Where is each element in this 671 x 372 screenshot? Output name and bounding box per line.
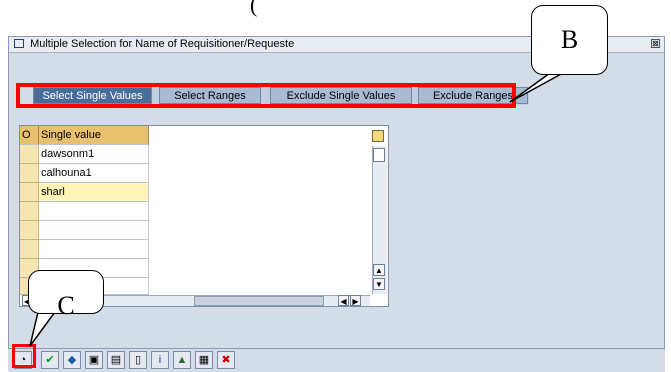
- row-selector[interactable]: [20, 202, 39, 221]
- close-icon[interactable]: ⊠: [651, 39, 660, 48]
- scroll-up-icon[interactable]: ▲: [373, 264, 385, 276]
- table-row[interactable]: calhouna1: [39, 164, 149, 183]
- multiselect-icon[interactable]: ◆: [63, 351, 81, 369]
- info-icon[interactable]: i: [151, 351, 169, 369]
- page-right-icon[interactable]: ▶: [350, 295, 361, 306]
- window-title: Multiple Selection for Name of Requisiti…: [30, 38, 295, 50]
- table-row[interactable]: dawsonm1: [39, 145, 149, 164]
- scroll-down-icon[interactable]: ▼: [373, 278, 385, 290]
- check-icon[interactable]: ✔: [41, 351, 59, 369]
- scroll-thumb[interactable]: [373, 148, 385, 162]
- table-row[interactable]: [39, 202, 149, 221]
- delete-row-icon[interactable]: ▤: [107, 351, 125, 369]
- table-row[interactable]: [39, 221, 149, 240]
- table-row-active[interactable]: sharl: [39, 183, 149, 202]
- bottom-toolbar: ◔ ✔ ◆ ▣ ▤ ▯ i ▲ ▦ ✖: [8, 349, 665, 372]
- partial-glyph: (: [250, 0, 258, 17]
- column-header-option: O: [20, 126, 39, 145]
- insert-row-icon[interactable]: ▣: [85, 351, 103, 369]
- callout-b: B: [531, 5, 608, 75]
- table-row[interactable]: [39, 240, 149, 259]
- highlight-tabs-box: [16, 83, 516, 108]
- highlight-clock-box: [12, 344, 36, 368]
- table-settings-icon[interactable]: [372, 130, 384, 142]
- page-left-icon[interactable]: ◀: [338, 295, 349, 306]
- callout-c: C: [28, 270, 104, 320]
- cancel-icon[interactable]: ✖: [217, 351, 235, 369]
- upload-icon[interactable]: ▲: [173, 351, 191, 369]
- row-selector[interactable]: [20, 183, 39, 202]
- row-selector[interactable]: [20, 145, 39, 164]
- column-header-single-value: Single value: [39, 126, 149, 145]
- trash-icon[interactable]: ▯: [129, 351, 147, 369]
- row-selector[interactable]: [20, 164, 39, 183]
- row-selector[interactable]: [20, 240, 39, 259]
- window-icon: [14, 39, 24, 48]
- paste-icon[interactable]: ▦: [195, 351, 213, 369]
- row-selector[interactable]: [20, 221, 39, 240]
- vertical-scrollbar[interactable]: ▲ ▼: [372, 146, 387, 294]
- horizontal-scroll-thumb[interactable]: [194, 296, 324, 306]
